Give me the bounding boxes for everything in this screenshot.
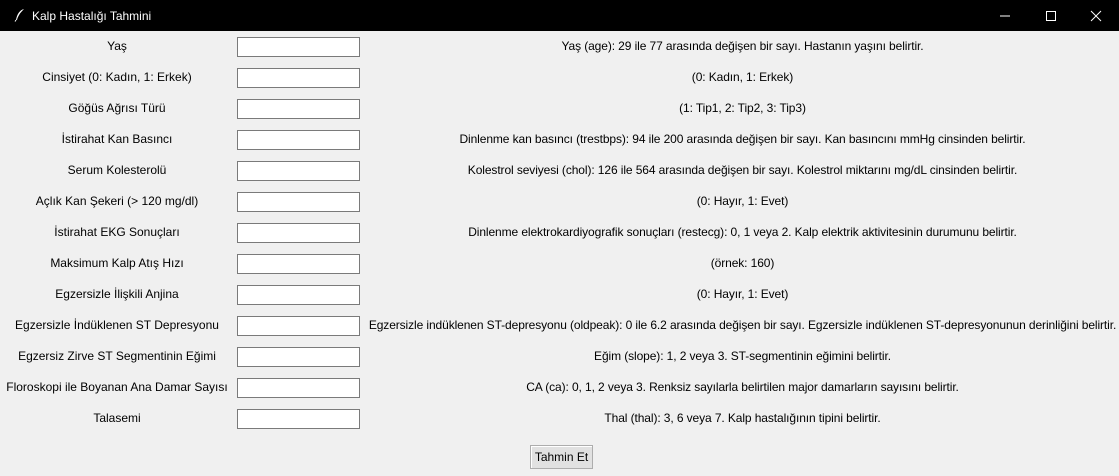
field-row-major-vessels: Floroskopi ile Boyanan Ana Damar Sayısı … [0,372,1119,403]
field-hint: Thal (thal): 3, 6 veya 7. Kalp hastalığı… [604,411,881,425]
field-hint: Kolestrol seviyesi (chol): 126 ile 564 a… [467,163,1018,177]
maximize-button[interactable] [1028,0,1074,31]
field-hint: CA (ca): 0, 1, 2 veya 3. Renksiz sayılar… [526,380,959,394]
field-label: Serum Kolesterolü [67,163,167,177]
thalassemia-input[interactable] [237,409,360,429]
feather-icon [14,8,26,22]
field-hint: Eğim (slope): 1, 2 veya 3. ST-segmentini… [594,349,891,363]
age-input[interactable] [237,37,360,57]
window-title: Kalp Hastalığı Tahmini [32,9,152,23]
field-hint: (0: Hayır, 1: Evet) [696,194,789,208]
field-label: Egzersiz Zirve ST Segmentinin Eğimi [18,349,216,363]
field-row-age: Yaş Yaş (age): 29 ile 77 arasında değişe… [0,31,1119,62]
field-label: Göğüs Ağrısı Türü [68,101,166,115]
chest-pain-input[interactable] [237,99,360,119]
resting-ecg-input[interactable] [237,223,360,243]
st-depression-input[interactable] [237,316,360,336]
cholesterol-input[interactable] [237,161,360,181]
field-row-resting-ecg: İstirahat EKG Sonuçları Dinlenme elektro… [0,217,1119,248]
field-hint: Yaş (age): 29 ile 77 arasında değişen bi… [561,39,924,53]
field-row-max-heart-rate: Maksimum Kalp Atış Hızı (örnek: 160) [0,248,1119,279]
field-row-st-slope: Egzersiz Zirve ST Segmentinin Eğimi Eğim… [0,341,1119,372]
field-label: Yaş [107,39,127,53]
fasting-sugar-input[interactable] [237,192,360,212]
field-hint: (örnek: 160) [710,256,775,270]
close-icon [1090,10,1102,22]
field-label: İstirahat EKG Sonuçları [54,225,180,239]
field-hint: (1: Tip1, 2: Tip2, 3: Tip3) [679,101,806,115]
field-hint: (0: Kadın, 1: Erkek) [691,70,794,84]
close-button[interactable] [1073,0,1119,31]
resting-bp-input[interactable] [237,130,360,150]
minimize-button[interactable] [982,0,1028,31]
field-row-thalassemia: Talasemi Thal (thal): 3, 6 veya 7. Kalp … [0,403,1119,434]
field-label: Maksimum Kalp Atış Hızı [50,256,184,270]
field-row-cholesterol: Serum Kolesterolü Kolestrol seviyesi (ch… [0,155,1119,186]
field-label: Floroskopi ile Boyanan Ana Damar Sayısı [6,380,228,394]
field-row-sex: Cinsiyet (0: Kadın, 1: Erkek) (0: Kadın,… [0,62,1119,93]
field-hint: Dinlenme elektrokardiyografik sonuçları … [468,225,1017,239]
field-hint: (0: Hayır, 1: Evet) [696,287,789,301]
exercise-angina-input[interactable] [237,285,360,305]
field-hint: Egzersizle indüklenen ST-depresyonu (old… [368,318,1117,332]
field-row-exercise-angina: Egzersizle İlişkili Anjina (0: Hayır, 1:… [0,279,1119,310]
field-row-fasting-sugar: Açlık Kan Şekeri (> 120 mg/dl) (0: Hayır… [0,186,1119,217]
field-label: Cinsiyet (0: Kadın, 1: Erkek) [42,70,192,84]
st-slope-input[interactable] [237,347,360,367]
maximize-icon [1046,11,1056,21]
field-label: Talasemi [93,411,141,425]
field-label: Egzersizle İlişkili Anjina [55,287,179,301]
title-bar[interactable]: Kalp Hastalığı Tahmini [0,0,1119,31]
field-row-chest-pain: Göğüs Ağrısı Türü (1: Tip1, 2: Tip2, 3: … [0,93,1119,124]
major-vessels-input[interactable] [237,378,360,398]
max-heart-rate-input[interactable] [237,254,360,274]
field-label: Egzersizle İndüklenen ST Depresyonu [15,318,219,332]
field-label: İstirahat Kan Basıncı [61,132,173,146]
field-row-resting-bp: İstirahat Kan Basıncı Dinlenme kan basın… [0,124,1119,155]
minimize-icon [1000,15,1010,17]
sex-input[interactable] [237,68,360,88]
predict-button[interactable]: Tahmin Et [530,445,593,469]
field-label: Açlık Kan Şekeri (> 120 mg/dl) [35,194,199,208]
field-row-st-depression: Egzersizle İndüklenen ST Depresyonu Egze… [0,310,1119,341]
field-hint: Dinlenme kan basıncı (trestbps): 94 ile … [459,132,1026,146]
